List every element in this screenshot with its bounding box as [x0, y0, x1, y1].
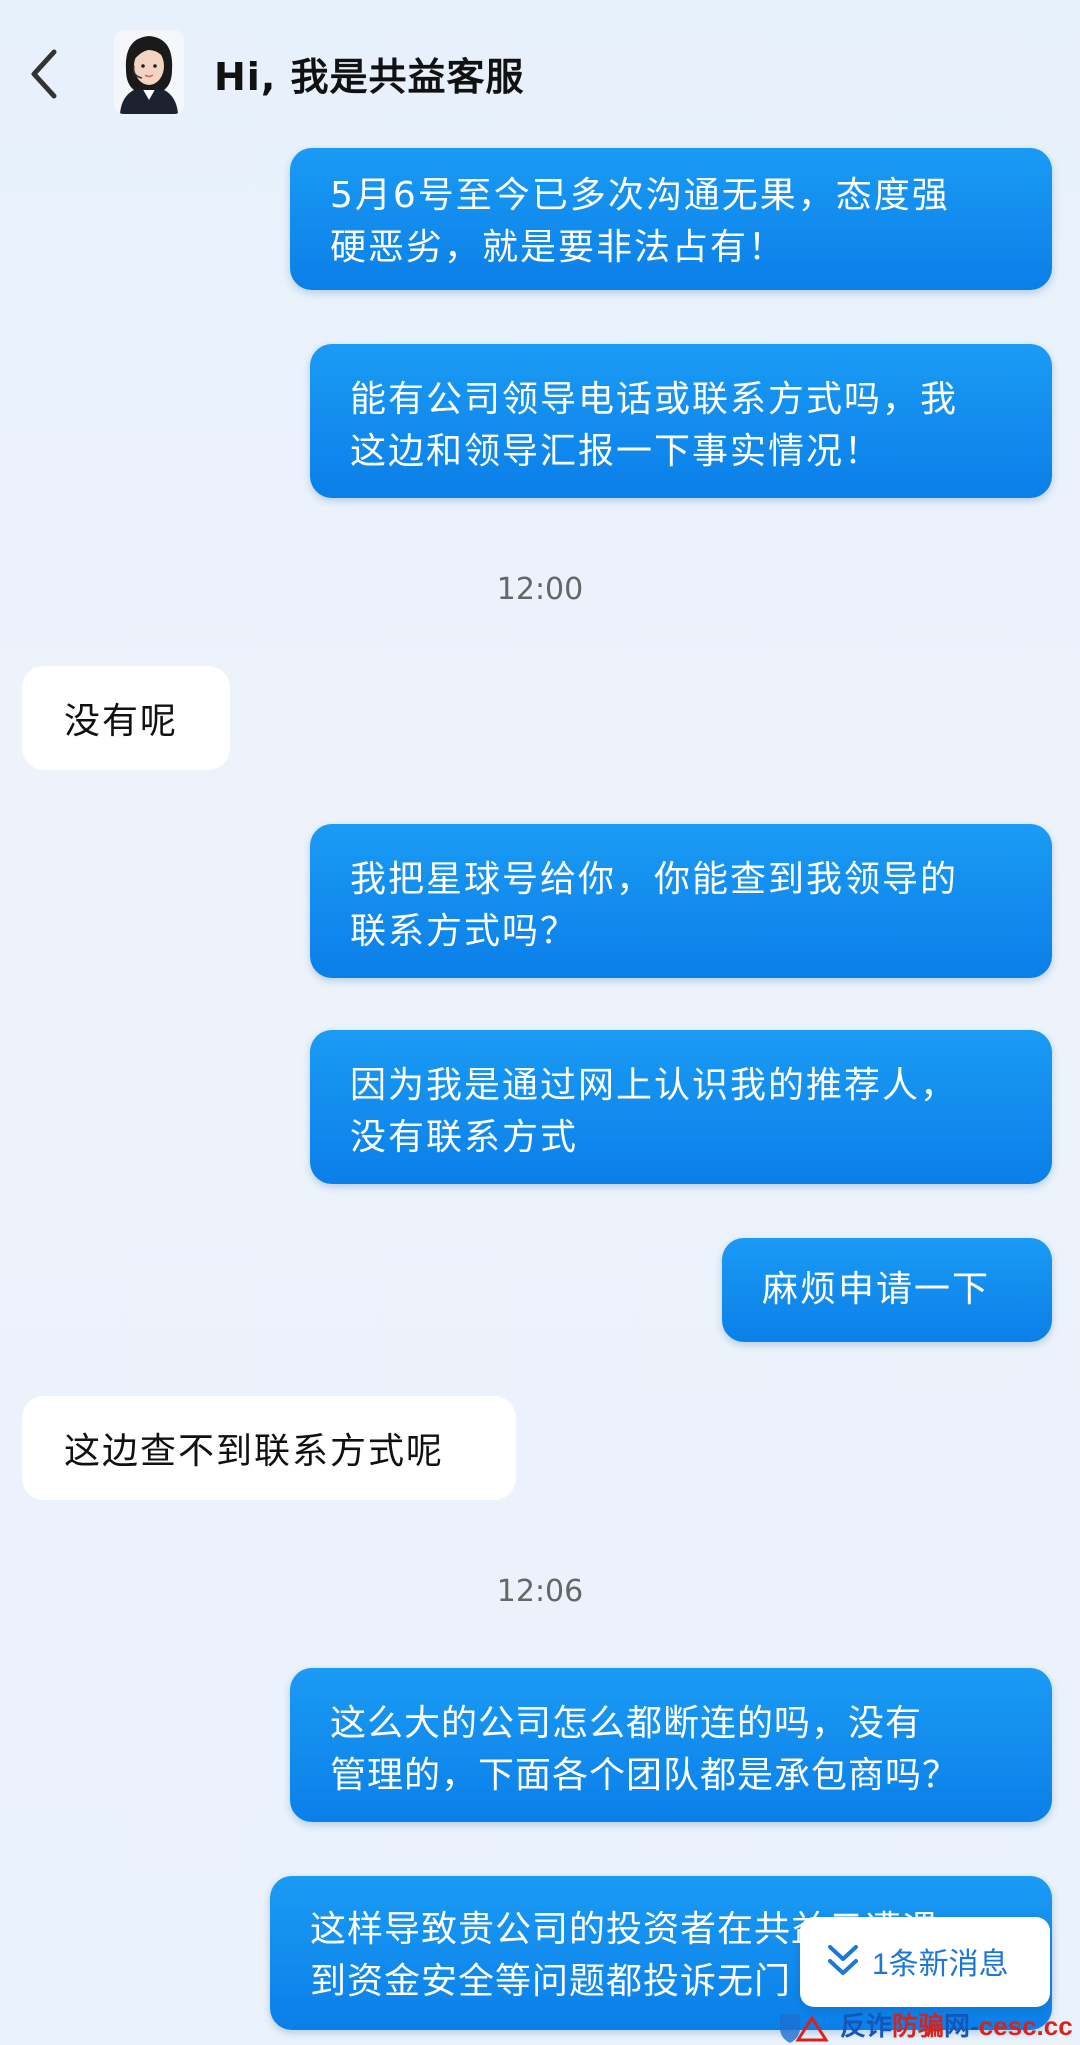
chevron-left-icon[interactable] [24, 44, 64, 104]
message-line: 没有联系方式 [350, 1117, 579, 1158]
message-line: 这么大的公司怎么都断连的吗，没有 [330, 1703, 923, 1744]
message-bubble-outgoing[interactable]: 因为我是通过网上认识我的推荐人， 没有联系方式 [310, 1030, 1052, 1184]
page-title: Hi, 我是共益客服 [214, 55, 525, 99]
new-message-button[interactable]: 1条新消息 [800, 1917, 1050, 2007]
message-line: 因为我是通过网上认识我的推荐人， [350, 1065, 959, 1106]
message-line: 我把星球号给你，你能查到我领导的 [350, 859, 959, 900]
watermark-part: cesc.cc [978, 2011, 1073, 2041]
message-line: 麻烦申请一下 [762, 1269, 991, 1310]
message-bubble-outgoing[interactable]: 我把星球号给你，你能查到我领导的 联系方式吗？ [310, 824, 1052, 978]
message-line: 联系方式吗？ [350, 911, 579, 952]
timestamp: 12:00 [496, 572, 584, 607]
message-bubble-outgoing[interactable]: 5月6号至今已多次沟通无果，态度强 硬恶劣，就是要非法占有！ [290, 148, 1052, 290]
message-line: 这边和领导汇报一下事实情况！ [350, 431, 883, 472]
message-bubble-incoming[interactable]: 没有呢 [22, 666, 230, 770]
watermark-text: 反诈防骗网-cesc.cc [840, 2006, 1073, 2043]
message-bubble-outgoing[interactable]: 麻烦申请一下 [722, 1238, 1052, 1342]
message-line: 硬恶劣，就是要非法占有！ [330, 227, 787, 268]
message-bubble-outgoing[interactable]: 能有公司领导电话或联系方式吗，我 这边和领导汇报一下事实情况！ [310, 344, 1052, 498]
watermark-part: 反诈 [840, 2011, 893, 2041]
timestamp: 12:06 [496, 1574, 584, 1609]
message-line: 这边查不到联系方式呢 [64, 1431, 445, 1472]
watermark-part: 防骗 [892, 2011, 945, 2041]
chat-header: Hi, 我是共益客服 [0, 0, 1080, 145]
double-chevron-down-icon [828, 1945, 858, 1975]
message-bubble-outgoing[interactable]: 这么大的公司怎么都断连的吗，没有 管理的，下面各个团队都是承包商吗？ [290, 1668, 1052, 1822]
message-line: 能有公司领导电话或联系方式吗，我 [350, 379, 959, 420]
new-message-label: 1条新消息 [872, 1948, 1009, 1981]
message-line: 5月6号至今已多次沟通无果，态度强 [330, 175, 950, 216]
watermark-part: 网- [944, 2011, 979, 2041]
message-line: 管理的，下面各个团队都是承包商吗？ [330, 1755, 960, 1796]
message-line: 没有呢 [64, 701, 179, 742]
message-bubble-incoming[interactable]: 这边查不到联系方式呢 [22, 1396, 516, 1500]
avatar[interactable] [114, 30, 184, 114]
